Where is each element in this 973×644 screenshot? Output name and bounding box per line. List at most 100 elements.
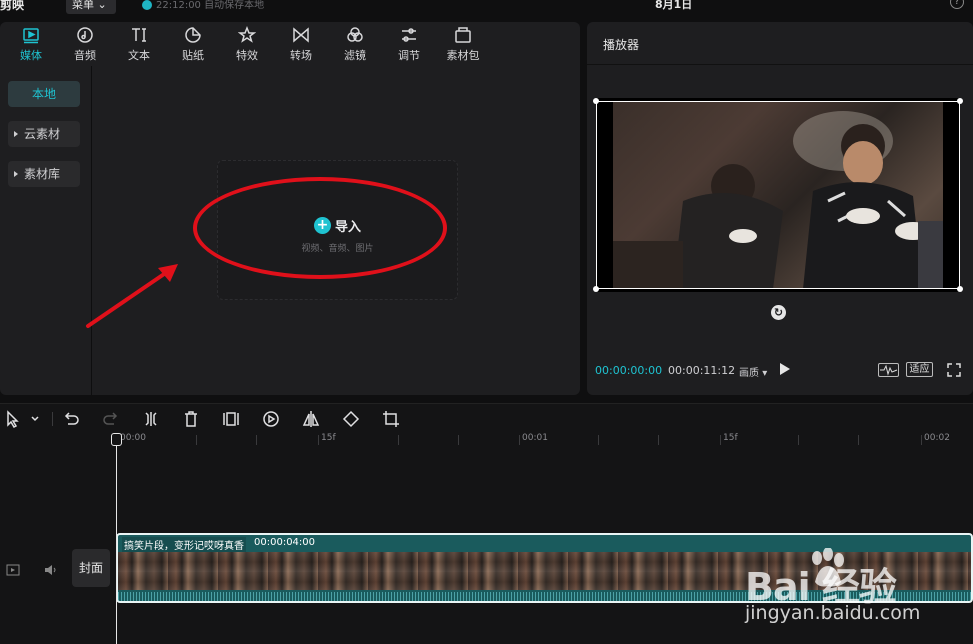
rotate-clip-icon: [342, 410, 360, 428]
play-icon[interactable]: [780, 363, 790, 375]
trash-icon: [185, 411, 197, 427]
tab-text-label: 文本: [128, 48, 150, 62]
speaker-icon[interactable]: [44, 564, 58, 576]
sidebar-item-library[interactable]: 素材库: [8, 161, 80, 187]
media-tabs: 媒体 音频 文本 贴纸 特效 转场 滤镜 调节 素材包: [0, 22, 580, 66]
undo-button[interactable]: [62, 410, 80, 428]
ruler-label: 15f: [723, 433, 738, 443]
split-button[interactable]: [142, 410, 160, 428]
fit-button[interactable]: 适应: [906, 362, 933, 377]
clip-duration: 00:00:04:00: [254, 537, 316, 548]
media-sidebar: 本地 云素材 素材库: [0, 66, 92, 395]
crop-frame[interactable]: [596, 101, 960, 289]
split-icon: [145, 412, 157, 426]
tab-effects-label: 特效: [236, 48, 258, 62]
undo-icon: [64, 412, 79, 425]
video-track-icon[interactable]: [6, 564, 20, 576]
divider: [587, 64, 973, 65]
freeze-frame-icon: [223, 412, 239, 426]
ruler-tick: [318, 435, 319, 445]
autosave-text: 22:12:00 自动保存本地: [156, 0, 265, 11]
sidebar-item-cloud[interactable]: 云素材: [8, 121, 80, 147]
sticker-icon: [185, 26, 201, 43]
cover-button[interactable]: 封面: [72, 549, 110, 587]
playhead-handle[interactable]: [111, 433, 122, 446]
rotate-icon[interactable]: ↻: [771, 305, 786, 320]
tab-sticker-label: 贴纸: [182, 48, 204, 62]
caret-down-icon: ▾: [762, 368, 768, 379]
ruler-tick: [798, 435, 799, 445]
reverse-icon: [263, 411, 279, 427]
help-icon[interactable]: ?: [950, 0, 964, 9]
tab-filter[interactable]: 滤镜: [328, 22, 382, 66]
tab-audio[interactable]: 音频: [58, 22, 112, 66]
tab-package-label: 素材包: [446, 48, 480, 62]
audio-icon: [77, 26, 93, 43]
player-title: 播放器: [603, 38, 640, 52]
quality-label: 画质: [739, 368, 759, 379]
tab-filter-label: 滤镜: [344, 48, 366, 62]
freeze-button[interactable]: [222, 410, 240, 428]
tab-transition-label: 转场: [290, 48, 312, 62]
player-panel: 播放器 ↻ 00:00:00:00 00:00:11:12 画质 ▾ 适应: [587, 22, 973, 395]
app-title: 剪映: [0, 0, 25, 12]
check-icon: [142, 0, 152, 10]
menu-label: 菜单: [72, 0, 94, 11]
tab-adjust[interactable]: 调节: [382, 22, 436, 66]
ruler-tick: [196, 435, 197, 445]
tab-package[interactable]: 素材包: [436, 22, 490, 66]
paw-icon: [812, 548, 844, 587]
redo-button[interactable]: [102, 410, 120, 428]
timeline-ruler[interactable]: 00:00 15f 00:01 15f 00:02: [0, 433, 973, 447]
quality-dropdown[interactable]: 画质 ▾: [739, 364, 767, 379]
ruler-label: 15f: [321, 433, 336, 443]
filter-icon: [347, 26, 363, 42]
fullscreen-icon[interactable]: [947, 363, 961, 377]
resize-handle[interactable]: [957, 98, 963, 104]
ruler-tick: [458, 435, 459, 445]
tab-text[interactable]: 文本: [112, 22, 166, 66]
ruler-label: 00:01: [522, 433, 548, 443]
crop-button[interactable]: [382, 410, 400, 428]
resize-handle[interactable]: [957, 286, 963, 292]
ruler-label: 00:00: [120, 433, 146, 443]
chevron-down-icon: ⌄: [97, 0, 107, 11]
playhead[interactable]: [116, 434, 117, 644]
ruler-tick: [519, 435, 520, 445]
ruler-tick: [256, 435, 257, 445]
divider: [52, 412, 53, 426]
tab-audio-label: 音频: [74, 48, 96, 62]
transition-icon: [293, 26, 309, 43]
mirror-button[interactable]: [302, 410, 320, 428]
ruler-label: 00:02: [924, 433, 950, 443]
resize-handle[interactable]: [593, 98, 599, 104]
tab-sticker[interactable]: 贴纸: [166, 22, 220, 66]
waveform-icon[interactable]: [878, 363, 899, 377]
menu-button[interactable]: 菜单 ⌄: [66, 0, 116, 14]
rotate-button[interactable]: [342, 410, 360, 428]
watermark-url: jingyan.baidu.com: [745, 602, 921, 624]
resize-handle[interactable]: [593, 286, 599, 292]
tab-media[interactable]: 媒体: [4, 22, 58, 66]
current-time: 00:00:00:00: [595, 364, 663, 377]
annotation-arrow-icon: [86, 264, 178, 328]
mirror-icon: [302, 411, 320, 427]
reverse-button[interactable]: [262, 410, 280, 428]
delete-button[interactable]: [182, 410, 200, 428]
autosave-status: 22:12:00 自动保存本地: [142, 0, 264, 11]
sidebar-item-local[interactable]: 本地: [8, 81, 80, 107]
ruler-tick: [858, 435, 859, 445]
ruler-tick: [598, 435, 599, 445]
title-bar: 剪映 菜单 ⌄ 22:12:00 自动保存本地 8月1日 ?: [0, 0, 973, 14]
text-icon: [132, 27, 146, 42]
package-icon: [455, 26, 471, 43]
ruler-tick: [398, 435, 399, 445]
tab-transition[interactable]: 转场: [274, 22, 328, 66]
tab-adjust-label: 调节: [398, 48, 420, 62]
media-icon: [23, 27, 39, 43]
tab-effects[interactable]: 特效: [220, 22, 274, 66]
redo-icon: [103, 412, 118, 425]
tab-media-label: 媒体: [20, 48, 42, 62]
select-tool[interactable]: [4, 410, 40, 428]
baidu-watermark: Bai 经验 jingyan.baidu.com: [745, 548, 970, 628]
